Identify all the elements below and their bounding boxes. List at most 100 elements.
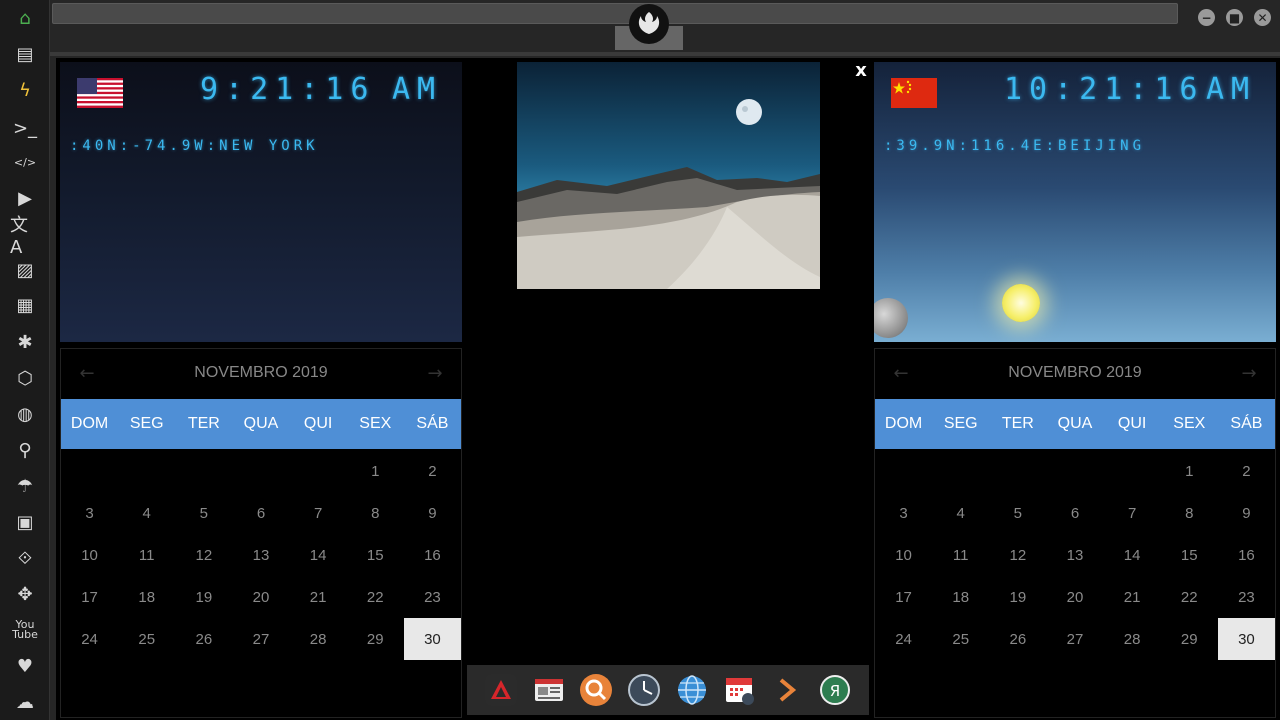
day-cell[interactable]: 2	[404, 450, 461, 492]
day-cell[interactable]: 8	[347, 492, 404, 534]
umbrella-icon[interactable]: ☂	[10, 473, 40, 499]
day-cell[interactable]: 5	[175, 492, 232, 534]
maximize-button[interactable]: ■	[1226, 9, 1243, 26]
close-window-button[interactable]: ✕	[1254, 9, 1271, 26]
forward-arrow-icon[interactable]	[770, 673, 804, 707]
heart-icon[interactable]: ♥	[10, 653, 40, 679]
day-cell[interactable]: 2	[1218, 450, 1275, 492]
globe-icon[interactable]: ◍	[10, 401, 40, 427]
news-reader-icon[interactable]	[532, 673, 566, 707]
day-cell[interactable]: 1	[347, 450, 404, 492]
day-cell[interactable]: 26	[989, 618, 1046, 660]
day-cell[interactable]: 28	[290, 618, 347, 660]
day-cell[interactable]: 24	[875, 618, 932, 660]
day-cell[interactable]: 13	[232, 534, 289, 576]
day-cell[interactable]: 29	[1161, 618, 1218, 660]
minimize-button[interactable]: −	[1198, 9, 1215, 26]
day-cell[interactable]: 1	[1161, 450, 1218, 492]
day-cell[interactable]: 10	[875, 534, 932, 576]
day-cell[interactable]: 27	[1046, 618, 1103, 660]
empire-icon[interactable]: ✱	[10, 329, 40, 355]
contacts-icon[interactable]: ▣	[10, 509, 40, 535]
day-cell[interactable]: 15	[347, 534, 404, 576]
code-icon[interactable]: </>	[10, 150, 40, 176]
day-cell[interactable]: 14	[290, 534, 347, 576]
day-cell[interactable]: 5	[989, 492, 1046, 534]
day-cell[interactable]: 4	[118, 492, 175, 534]
day-cell[interactable]: 29	[347, 618, 404, 660]
next-month-button[interactable]: →	[423, 361, 447, 385]
day-cell[interactable]: 7	[290, 492, 347, 534]
day-cell[interactable]: 15	[1161, 534, 1218, 576]
day-cell[interactable]: 11	[932, 534, 989, 576]
day-cell[interactable]: 4	[932, 492, 989, 534]
day-cell[interactable]: 20	[1046, 576, 1103, 618]
day-cell[interactable]: 14	[1104, 534, 1161, 576]
day-cell[interactable]: 3	[61, 492, 118, 534]
day-cell[interactable]: 26	[175, 618, 232, 660]
day-cell[interactable]: 16	[404, 534, 461, 576]
day-cell[interactable]: 21	[290, 576, 347, 618]
terminal-icon[interactable]: >_	[10, 115, 40, 141]
arch-icon[interactable]	[484, 673, 518, 707]
home-icon[interactable]: ⌂	[10, 5, 40, 31]
expand-icon[interactable]: ✥	[10, 581, 40, 607]
day-cell[interactable]: 23	[404, 576, 461, 618]
image-icon[interactable]: ▨	[10, 257, 40, 283]
day-cell[interactable]: 10	[61, 534, 118, 576]
today-cell[interactable]: 30	[403, 618, 461, 660]
day-cell[interactable]: 12	[175, 534, 232, 576]
weekday-label: SÁB	[416, 415, 449, 432]
day-cell[interactable]: 21	[1104, 576, 1161, 618]
day-cell[interactable]: 6	[232, 492, 289, 534]
calendar-month-label: NOVEMBRO 2019	[1008, 364, 1142, 381]
rebel-logo-tab[interactable]	[615, 0, 683, 50]
day-cell[interactable]: 27	[232, 618, 289, 660]
day-cell[interactable]: 16	[1218, 534, 1275, 576]
day-cell[interactable]: 8	[1161, 492, 1218, 534]
youtube-icon[interactable]: You Tube	[10, 617, 40, 643]
day-cell[interactable]: 11	[118, 534, 175, 576]
day-cell[interactable]: 20	[232, 576, 289, 618]
day-cell[interactable]: 25	[118, 618, 175, 660]
day-cell[interactable]: 9	[404, 492, 461, 534]
day-cell[interactable]: 12	[989, 534, 1046, 576]
clock-app-icon[interactable]	[627, 673, 661, 707]
day-cell[interactable]: 18	[118, 576, 175, 618]
day-cell[interactable]: 13	[1046, 534, 1103, 576]
day-cell[interactable]: 25	[932, 618, 989, 660]
today-cell[interactable]: 30	[1217, 618, 1275, 660]
search-icon[interactable]: ⚲	[10, 437, 40, 463]
play-icon[interactable]: ▶	[10, 185, 40, 211]
hexagon-icon[interactable]: ⬡	[10, 365, 40, 391]
day-cell[interactable]: 23	[1218, 576, 1275, 618]
browser-globe-icon[interactable]	[675, 673, 709, 707]
day-cell[interactable]: 19	[175, 576, 232, 618]
day-cell[interactable]: 24	[61, 618, 118, 660]
yandex-icon[interactable]: Я	[818, 673, 852, 707]
day-cell[interactable]: 3	[875, 492, 932, 534]
translate-icon[interactable]: 文A	[10, 215, 40, 258]
day-cell[interactable]: 7	[1104, 492, 1161, 534]
calendar-app-icon[interactable]	[723, 673, 757, 707]
day-cell[interactable]: 19	[989, 576, 1046, 618]
rebel-alliance-icon	[629, 4, 669, 44]
day-cell[interactable]: 22	[347, 576, 404, 618]
day-cell[interactable]: 28	[1104, 618, 1161, 660]
news-icon[interactable]: ▦	[10, 292, 40, 318]
day-cell[interactable]: 22	[1161, 576, 1218, 618]
day-cell[interactable]: 18	[932, 576, 989, 618]
document-icon[interactable]: ▤	[10, 41, 40, 67]
close-button[interactable]: x	[852, 62, 870, 80]
day-cell[interactable]: 9	[1218, 492, 1275, 534]
link-icon[interactable]: ⟐	[10, 545, 40, 571]
weekday-label: QUI	[303, 415, 333, 432]
day-cell[interactable]: 17	[875, 576, 932, 618]
lightning-icon[interactable]: ϟ	[10, 77, 40, 103]
next-month-button[interactable]: →	[1237, 361, 1261, 385]
day-cell[interactable]: 6	[1046, 492, 1103, 534]
search-app-icon[interactable]	[579, 673, 613, 707]
day-cell[interactable]: 17	[61, 576, 118, 618]
beijing-clock-panel: 10:21:16 AM :39.9N:116.4E:BEIJING	[874, 62, 1276, 342]
cloud-icon[interactable]: ☁	[10, 689, 40, 715]
